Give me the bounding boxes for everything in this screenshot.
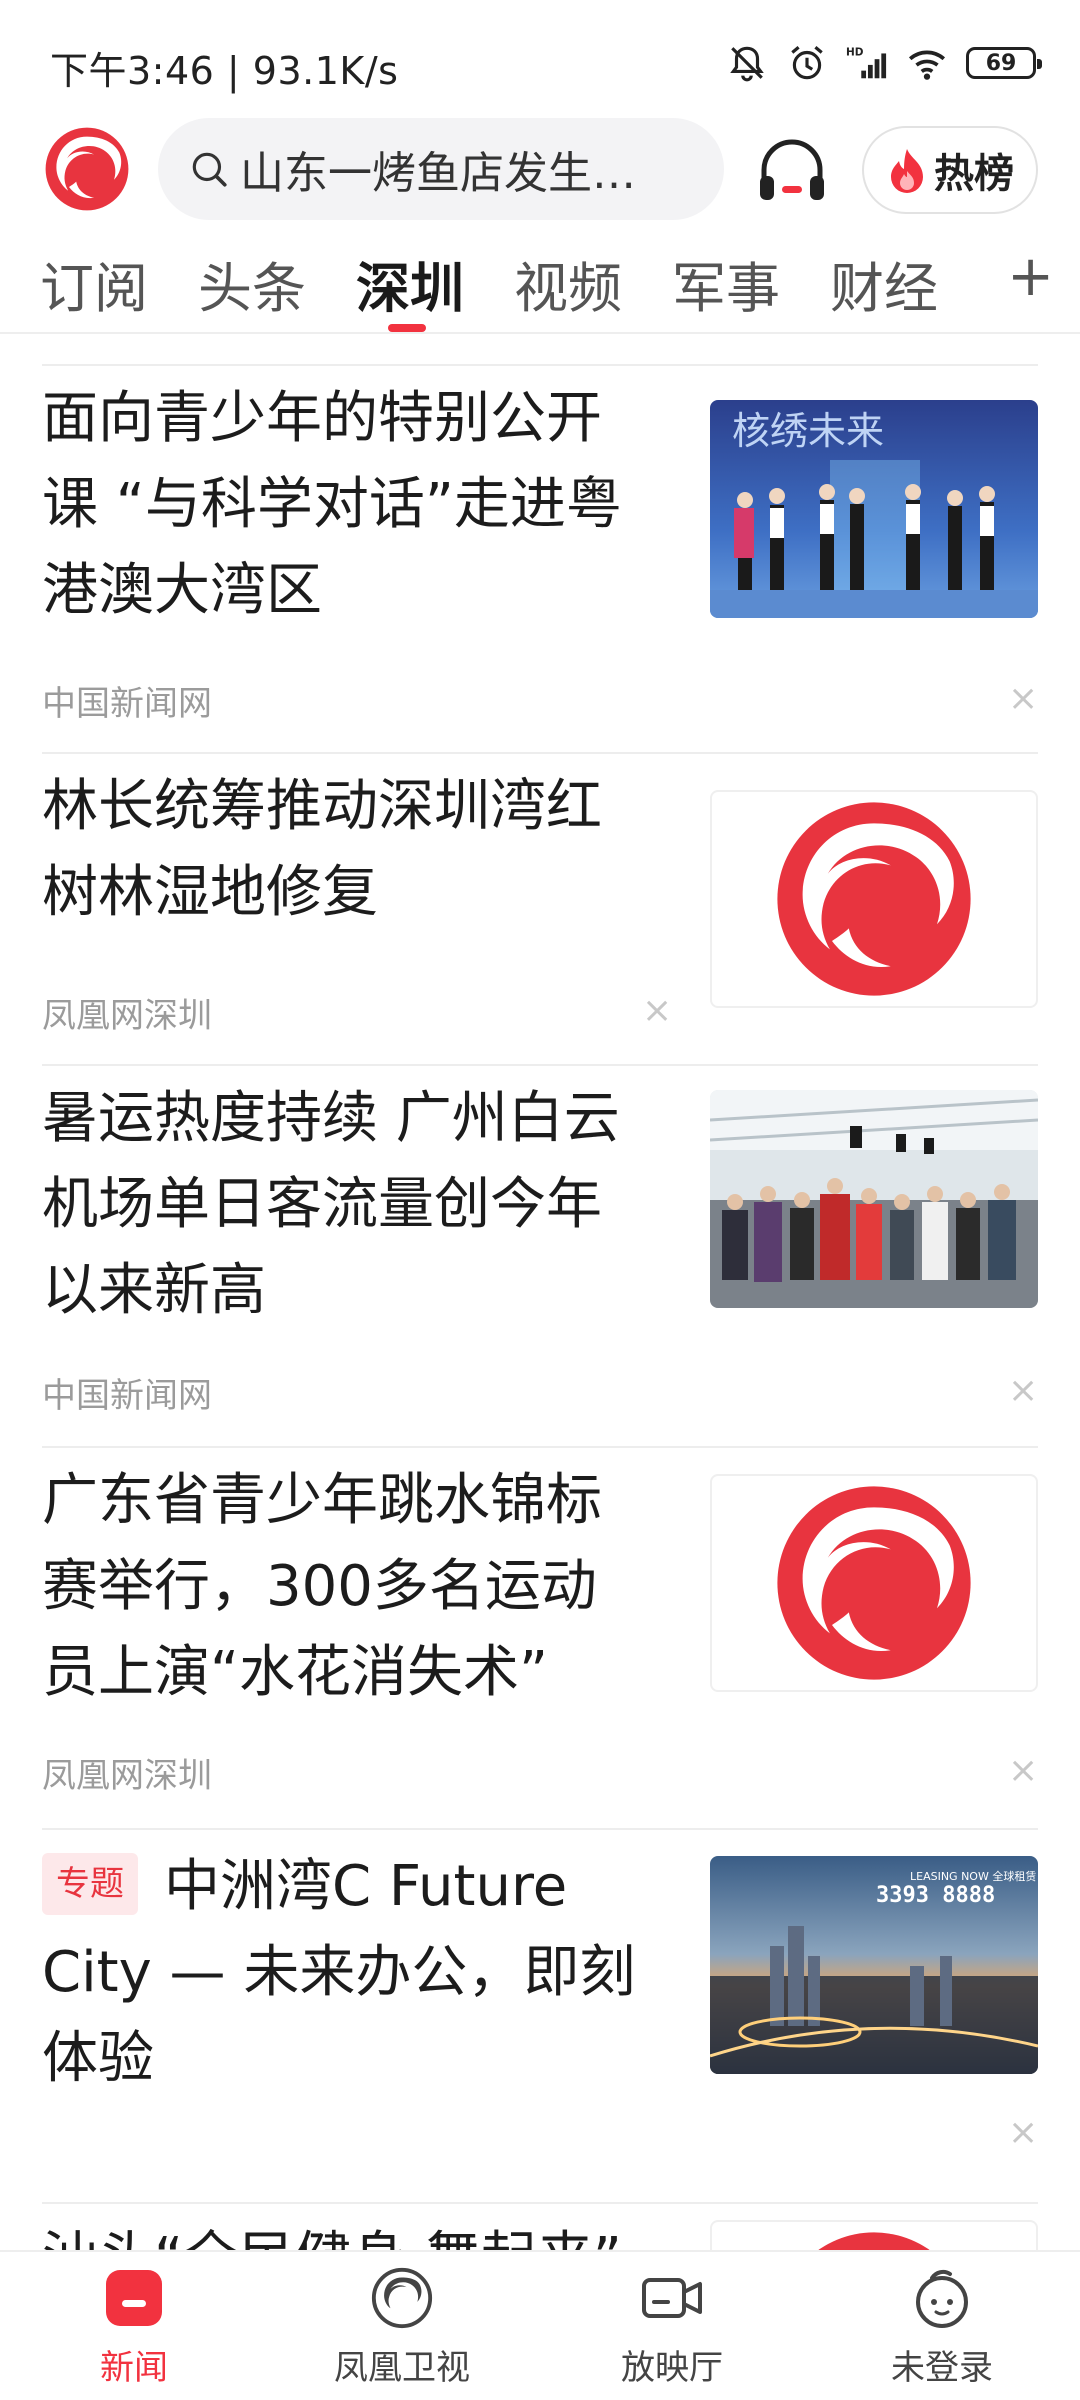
tab-video[interactable]: 视频 [514, 244, 622, 323]
event-stage-image: 核绣未来 [710, 400, 1038, 618]
tab-finance[interactable]: 财经 [830, 244, 938, 323]
hd-signal-icon: HD [846, 46, 887, 79]
bell-muted-icon [730, 46, 764, 82]
wifi-icon [908, 50, 946, 80]
hot-list-label: 热榜 [934, 151, 1014, 197]
search-bar[interactable]: 山东一烤鱼店发生… [158, 118, 724, 220]
close-icon[interactable]: × [642, 990, 672, 1031]
news-thumbnail[interactable] [710, 2220, 1038, 2250]
phoenix-logo [777, 802, 971, 996]
news-title[interactable]: 林长统筹推动深圳湾红树林湿地修复 [42, 764, 652, 936]
nav-news-label: 新闻 [100, 2348, 168, 2388]
tab-shenzhen[interactable]: 深圳 [356, 244, 464, 323]
tab-subscribe[interactable]: 订阅 [40, 244, 148, 323]
alarm-icon [791, 46, 823, 80]
news-thumbnail[interactable]: 核绣未来 [710, 400, 1038, 618]
status-icons: HD 69 [726, 38, 1042, 88]
thumb-text-phone: 3393 8888 [876, 1883, 995, 1908]
news-feed[interactable]: 面向青少年的特别公开课 “与科学对话”走进粤港澳大湾区 中国新闻网 × 核绣未来… [0, 336, 1080, 2250]
phoenix-tv-icon [371, 2267, 433, 2329]
news-title[interactable]: 广东省青少年跳水锦标赛举行，300多名运动员上演“水花消失术” [42, 1458, 652, 1716]
news-source: 凤凰网深圳 [42, 996, 212, 1036]
news-item[interactable]: 林长统筹推动深圳湾红树林湿地修复 凤凰网深圳 × [0, 754, 1080, 1064]
phoenix-logo [777, 1486, 971, 1680]
battery-indicator: 69 [966, 47, 1042, 79]
thumb-text: 核绣未来 [732, 409, 884, 453]
app-header: 山东一烤鱼店发生… 热榜 [0, 118, 1080, 222]
airport-crowd-image [710, 1090, 1038, 1308]
tab-headlines[interactable]: 头条 [198, 244, 306, 323]
search-icon [192, 152, 227, 187]
thumb-text-leasing: LEASING NOW 全球租赁 [910, 1869, 1036, 1883]
svg-text:HD: HD [846, 46, 864, 58]
news-title[interactable]: 专题 中洲湾C Future City — 未来办公，即刻体验 [42, 1844, 652, 2102]
news-item[interactable]: 专题 中洲湾C Future City — 未来办公，即刻体验 × LEASIN… [0, 1830, 1080, 2200]
tab-military[interactable]: 军事 [672, 244, 780, 323]
news-item[interactable]: 面向青少年的特别公开课 “与科学对话”走进粤港澳大湾区 中国新闻网 × 核绣未来 [0, 366, 1080, 750]
active-tab-indicator [388, 324, 426, 332]
news-source: 中国新闻网 [42, 684, 212, 724]
news-item[interactable]: 暑运热度持续 广州白云机场单日客流量创今年以来新高 中国新闻网 × [0, 1066, 1080, 1446]
search-input[interactable]: 山东一烤鱼店发生… [240, 137, 680, 201]
news-source: 中国新闻网 [42, 1376, 212, 1416]
news-thumbnail[interactable] [710, 1474, 1038, 1692]
news-item[interactable]: 汕头“全民健身 舞起来” [0, 2204, 1080, 2250]
topic-tag: 专题 [42, 1852, 138, 1915]
news-title[interactable]: 暑运热度持续 广州白云机场单日客流量创今年以来新高 [42, 1076, 652, 1334]
nav-news[interactable]: 新闻 [34, 2266, 234, 2389]
news-thumbnail[interactable] [710, 790, 1038, 1008]
close-icon[interactable]: × [1008, 678, 1038, 719]
phoenix-logo[interactable] [42, 124, 132, 214]
close-icon[interactable]: × [1008, 1370, 1038, 1411]
nav-theater[interactable]: 放映厅 [572, 2266, 772, 2389]
flame-icon [891, 149, 923, 193]
nav-account[interactable]: 未登录 [842, 2266, 1042, 2389]
news-thumbnail[interactable]: LEASING NOW 全球租赁 3393 8888 [710, 1856, 1038, 2074]
bottom-nav: 新闻 凤凰卫视 放映厅 未登录 [0, 2250, 1080, 2400]
video-camera-icon [642, 2278, 702, 2318]
status-bar: 下午3:46 | 93.1K/s HD 69 [0, 0, 1080, 118]
news-thumbnail[interactable] [710, 1090, 1038, 1308]
city-skyline-image: LEASING NOW 全球租赁 3393 8888 [710, 1856, 1038, 2074]
close-icon[interactable]: × [1008, 2112, 1038, 2153]
nav-account-label: 未登录 [891, 2348, 993, 2388]
nav-phoenix-tv-label: 凤凰卫视 [334, 2348, 470, 2388]
news-icon [106, 2270, 162, 2326]
add-channel-button[interactable]: + [1007, 244, 1054, 309]
nav-theater-label: 放映厅 [621, 2348, 723, 2388]
channel-tabs: 订阅 头条 深圳 视频 军事 财经 + [0, 244, 1080, 334]
status-time-speed: 下午3:46 | 93.1K/s [50, 49, 399, 93]
news-title[interactable]: 面向青少年的特别公开课 “与科学对话”走进粤港澳大湾区 [42, 376, 652, 634]
news-title[interactable]: 汕头“全民健身 舞起来” [42, 2216, 702, 2250]
hot-list-button[interactable]: 热榜 [862, 126, 1038, 214]
nav-phoenix-tv[interactable]: 凤凰卫视 [302, 2266, 502, 2389]
news-source: 凤凰网深圳 [42, 1756, 212, 1796]
news-item[interactable]: 广东省青少年跳水锦标赛举行，300多名运动员上演“水花消失术” 凤凰网深圳 × [0, 1448, 1080, 1828]
close-icon[interactable]: × [1008, 1750, 1038, 1791]
user-avatar-icon [916, 2269, 968, 2328]
phoenix-logo [818, 2232, 930, 2250]
headphone-icon[interactable] [752, 130, 832, 210]
